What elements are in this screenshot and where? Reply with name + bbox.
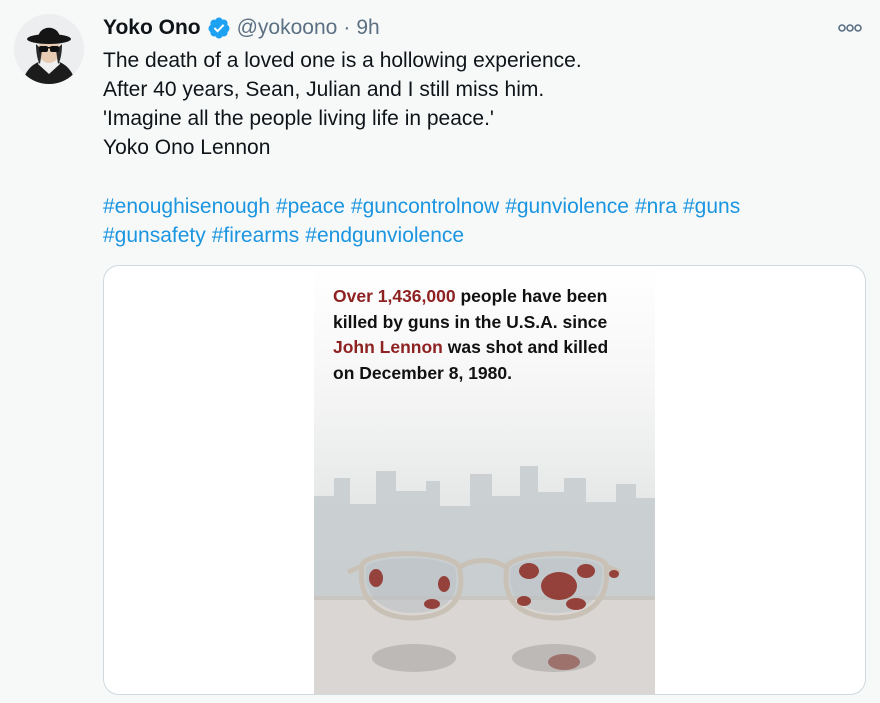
poster-highlight: John Lennon <box>333 337 443 357</box>
tweet[interactable]: Yoko Ono @yokoono · 9h The death of a lo… <box>0 0 880 703</box>
poster-caption-line: killed by guns in the U.S.A. since <box>333 310 643 336</box>
timestamp[interactable]: 9h <box>356 16 379 40</box>
media-card: Over 1,436,000 people have been killed b… <box>103 265 866 695</box>
avatar-image <box>14 14 84 84</box>
poster-caption-line: John Lennon was shot and killed <box>333 335 643 361</box>
poster-caption: Over 1,436,000 people have been killed b… <box>333 284 643 386</box>
hashtag-link[interactable]: #nra <box>635 195 677 218</box>
tweet-text: The death of a loved one is a hollowing … <box>103 46 863 162</box>
display-name[interactable]: Yoko Ono <box>103 16 201 40</box>
hashtag-row: #enoughisenough #peace #guncontrolnow #gunv… <box>103 192 863 221</box>
tweet-text-line: After 40 years, Sean, Julian and I still… <box>103 78 545 101</box>
tweet-text-line: Yoko Ono Lennon <box>103 136 271 159</box>
attached-image[interactable]: Over 1,436,000 people have been killed b… <box>314 266 655 694</box>
poster-text-segment: on December 8, 1980. <box>333 362 512 383</box>
poster-highlight: Over 1,436,000 <box>333 286 456 306</box>
tweet-text-line: 'Imagine all the people living life in p… <box>103 107 494 130</box>
poster-text-segment: killed by guns in the U.S.A. since <box>333 311 608 332</box>
poster-text-segment: was shot and killed <box>442 337 609 357</box>
verified-badge-icon <box>208 17 230 39</box>
hashtag-row: #gunsafety #firearms #endgunviolence <box>103 221 863 250</box>
hashtag-link[interactable]: #guncontrolnow <box>351 195 499 218</box>
hashtag-link[interactable]: #endgunviolence <box>305 224 464 247</box>
poster-caption-line: Over 1,436,000 people have been <box>333 284 643 310</box>
hashtag-list: #enoughisenough #peace #guncontrolnow #gunv… <box>103 192 863 250</box>
hashtag-link[interactable]: #enoughisenough <box>103 195 270 218</box>
avatar[interactable] <box>14 14 84 84</box>
poster-text-segment: people have been <box>455 286 608 306</box>
hashtag-link[interactable]: #peace <box>276 195 345 218</box>
more-icon[interactable] <box>836 18 864 38</box>
hashtag-link[interactable]: #gunsafety <box>103 224 206 247</box>
poster-caption-line: on December 8, 1980. <box>333 361 643 387</box>
user-handle[interactable]: @yokoono <box>237 16 338 40</box>
tweet-text-line: The death of a loved one is a hollowing … <box>103 49 582 72</box>
tweet-header: Yoko Ono @yokoono · 9h <box>103 14 380 42</box>
hashtag-link[interactable]: #guns <box>683 195 740 218</box>
hashtag-link[interactable]: #firearms <box>212 224 300 247</box>
separator-dot: · <box>343 16 351 39</box>
hashtag-link[interactable]: #gunviolence <box>505 195 629 218</box>
